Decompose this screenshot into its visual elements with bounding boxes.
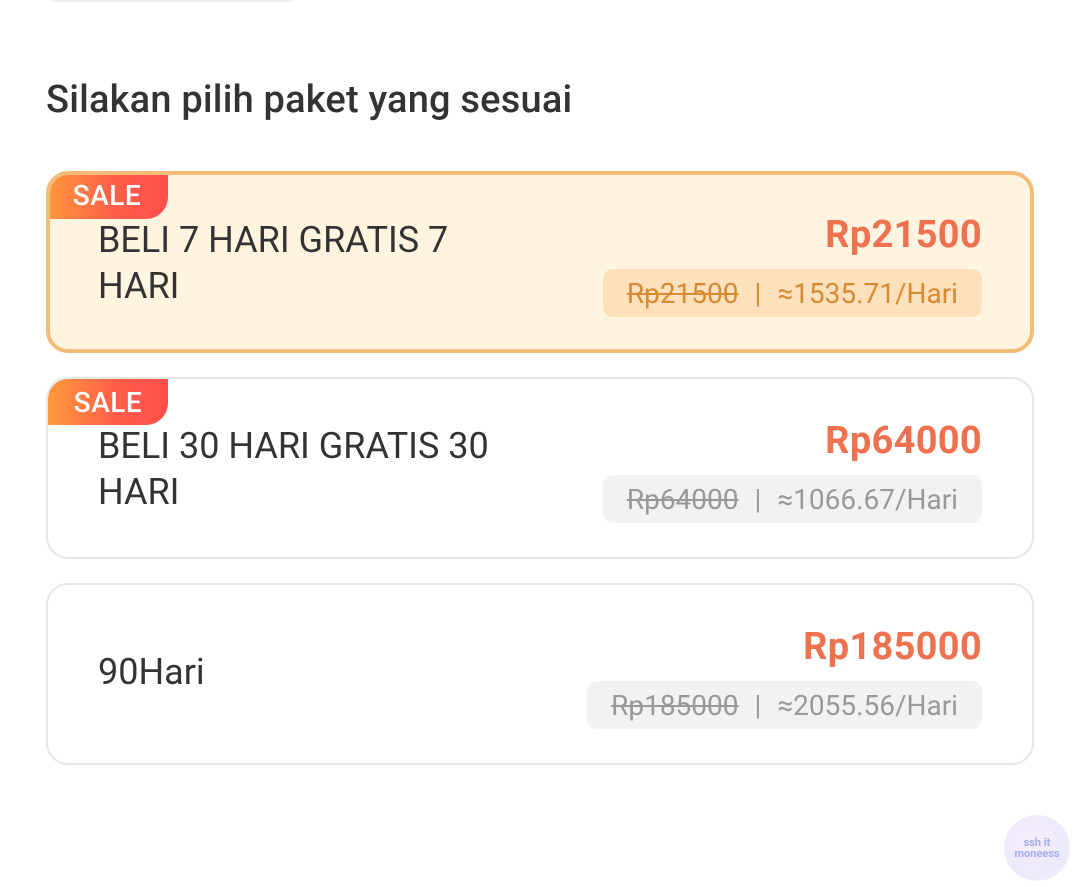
price-per-day: ≈2055.56/Hari	[777, 688, 958, 722]
previous-element-edge	[48, 0, 296, 2]
original-price: Rp185000	[611, 688, 739, 722]
watermark-logo: ssh it moneess	[1004, 815, 1070, 881]
price-block: Rp64000 Rp64000 | ≈1066.67/Hari	[602, 417, 982, 523]
price-separator: |	[754, 688, 762, 722]
package-option-30-days[interactable]: SALE BELI 30 HARI GRATIS 30 HARI Rp64000…	[46, 377, 1034, 559]
original-price: Rp64000	[626, 482, 739, 516]
price-detail-pill: Rp21500 | ≈1535.71/Hari	[602, 269, 982, 317]
package-selection-page: Silakan pilih paket yang sesuai SALE BEL…	[0, 0, 1080, 887]
price-block: Rp21500 Rp21500 | ≈1535.71/Hari	[602, 211, 982, 317]
price-per-day: ≈1535.71/Hari	[777, 276, 958, 310]
price-separator: |	[754, 482, 762, 516]
sale-badge: SALE	[48, 379, 168, 425]
package-option-7-days[interactable]: SALE BELI 7 HARI GRATIS 7 HARI Rp21500 R…	[46, 171, 1034, 353]
price-block: Rp185000 Rp185000 | ≈2055.56/Hari	[587, 623, 982, 729]
price-detail-pill: Rp185000 | ≈2055.56/Hari	[587, 681, 982, 729]
package-name: BELI 7 HARI GRATIS 7 HARI	[98, 219, 449, 307]
original-price: Rp21500	[626, 276, 739, 310]
price-per-day: ≈1066.67/Hari	[777, 482, 958, 516]
package-option-90-days[interactable]: 90Hari Rp185000 Rp185000 | ≈2055.56/Hari	[46, 583, 1034, 765]
package-name: 90Hari	[98, 651, 205, 693]
package-name: BELI 30 HARI GRATIS 30 HARI	[98, 425, 489, 513]
watermark-text: ssh it moneess	[1014, 836, 1060, 860]
sale-badge: SALE	[50, 175, 168, 219]
current-price: Rp64000	[825, 419, 982, 463]
price-separator: |	[754, 276, 762, 310]
current-price: Rp185000	[803, 625, 982, 669]
section-title: Silakan pilih paket yang sesuai	[46, 78, 573, 122]
price-detail-pill: Rp64000 | ≈1066.67/Hari	[602, 475, 982, 523]
current-price: Rp21500	[825, 213, 982, 257]
